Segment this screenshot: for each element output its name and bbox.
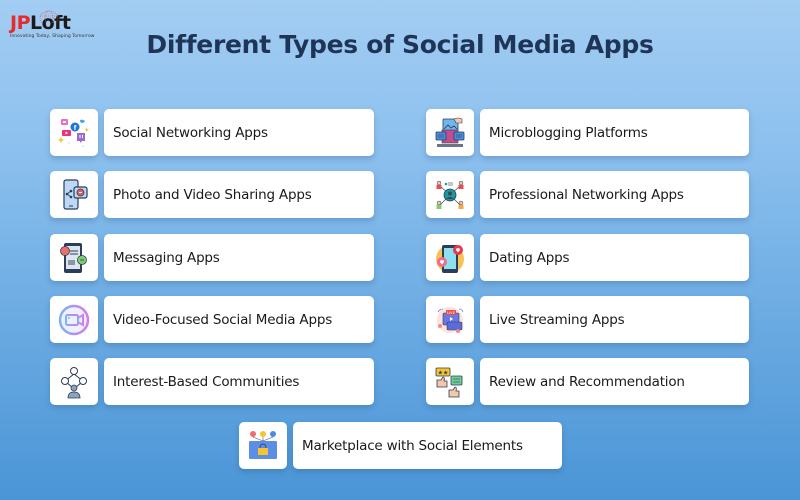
item-label: Review and Recommendation (480, 358, 749, 405)
marketplace-shop-icon (249, 430, 277, 459)
item-label: Photo and Video Sharing Apps (104, 171, 374, 218)
svg-text:LIVE: LIVE (447, 311, 455, 315)
social-networking-icon: f (58, 118, 89, 147)
item-label: Live Streaming Apps (480, 296, 749, 343)
item-label: Video-Focused Social Media Apps (104, 296, 374, 343)
item-label: Interest-Based Communities (104, 358, 374, 405)
svg-text:f: f (74, 125, 77, 132)
live-streaming-icon: LIVE (437, 306, 464, 333)
item-label: Social Networking Apps (104, 109, 374, 156)
item-label: Microblogging Platforms (480, 109, 749, 156)
professional-network-icon (436, 180, 464, 209)
item-label: Marketplace with Social Elements (293, 422, 562, 469)
item-label: Dating Apps (480, 234, 749, 281)
messaging-icon (60, 242, 87, 273)
photo-video-sharing-icon (63, 178, 88, 210)
microblogging-icon (435, 117, 465, 147)
globe-icon (39, 10, 59, 23)
item-label: Professional Networking Apps (480, 171, 749, 218)
page-title: Different Types of Social Media Apps (146, 30, 654, 59)
community-network-icon (61, 366, 87, 398)
video-camera-icon (58, 304, 90, 335)
item-label: Messaging Apps (104, 234, 374, 281)
svg-text:★★: ★★ (438, 369, 449, 376)
review-thumbs-up-icon: ★★ (435, 367, 463, 397)
dating-phone-hearts-icon (436, 244, 464, 273)
